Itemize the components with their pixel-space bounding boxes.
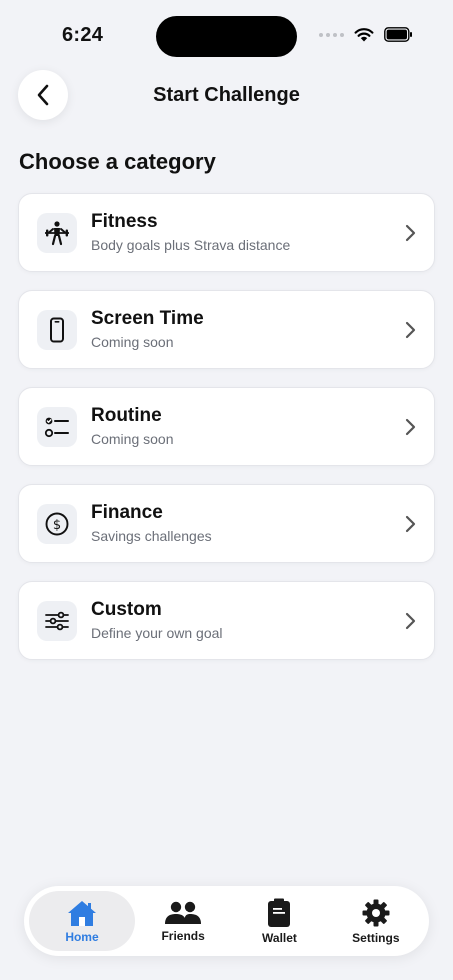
category-icon-box bbox=[37, 406, 77, 447]
dollar-icon: $ bbox=[45, 512, 69, 535]
tab-label: Wallet bbox=[262, 930, 297, 945]
chevron-right-icon bbox=[405, 515, 416, 532]
category-card-custom[interactable]: Custom Define your own goal bbox=[18, 581, 435, 660]
category-subtitle: Savings challenges bbox=[91, 528, 212, 544]
category-card-finance[interactable]: $ Finance Savings challenges bbox=[18, 484, 435, 563]
category-title: Custom bbox=[91, 599, 162, 620]
dynamic-island bbox=[156, 16, 297, 57]
category-card-screen-time[interactable]: Screen Time Coming soon bbox=[18, 290, 435, 369]
tab-home[interactable]: Home bbox=[29, 891, 135, 951]
category-subtitle: Coming soon bbox=[91, 431, 174, 447]
chevron-right-icon bbox=[405, 418, 416, 435]
category-subtitle: Define your own goal bbox=[91, 625, 223, 641]
gear-icon bbox=[362, 899, 390, 926]
tab-wallet[interactable]: Wallet bbox=[231, 891, 327, 951]
weightlifter-icon bbox=[45, 220, 69, 245]
tab-friends[interactable]: Friends bbox=[135, 891, 231, 951]
category-icon-box bbox=[37, 309, 77, 350]
sliders-icon bbox=[45, 611, 69, 630]
wallet-icon bbox=[268, 898, 291, 927]
category-title: Fitness bbox=[91, 211, 158, 232]
wifi-icon bbox=[354, 28, 374, 42]
home-icon bbox=[67, 900, 96, 926]
checklist-icon bbox=[44, 417, 69, 437]
page-title: Start Challenge bbox=[153, 84, 300, 106]
category-title: Finance bbox=[91, 502, 163, 523]
svg-text:$: $ bbox=[53, 518, 61, 533]
tab-label: Friends bbox=[161, 928, 205, 943]
tab-bar: Home Friends Wallet Settings bbox=[24, 886, 429, 956]
category-subtitle: Coming soon bbox=[91, 334, 174, 350]
screen: 6:24 Start Challenge Choose a category F… bbox=[0, 0, 453, 980]
section-title: Choose a category bbox=[19, 149, 216, 174]
category-icon-box: $ bbox=[37, 503, 77, 544]
tab-label: Home bbox=[65, 929, 99, 944]
category-icon-box bbox=[37, 212, 77, 253]
battery-icon bbox=[384, 27, 412, 42]
status-icons bbox=[319, 27, 413, 42]
signal-dots-icon bbox=[319, 32, 344, 37]
category-list: Fitness Body goals plus Strava distance … bbox=[18, 193, 435, 678]
phone-icon bbox=[50, 317, 64, 342]
category-card-routine[interactable]: Routine Coming soon bbox=[18, 387, 435, 466]
chevron-right-icon bbox=[405, 321, 416, 338]
chevron-right-icon bbox=[405, 612, 416, 629]
tab-settings[interactable]: Settings bbox=[328, 891, 424, 951]
status-time: 6:24 bbox=[62, 24, 104, 46]
tab-label: Settings bbox=[352, 930, 400, 945]
category-title: Routine bbox=[91, 405, 162, 426]
category-title: Screen Time bbox=[91, 308, 204, 329]
category-icon-box bbox=[37, 600, 77, 641]
chevron-right-icon bbox=[405, 224, 416, 241]
category-subtitle: Body goals plus Strava distance bbox=[91, 237, 291, 253]
category-card-fitness[interactable]: Fitness Body goals plus Strava distance bbox=[18, 193, 435, 272]
friends-icon bbox=[165, 901, 202, 924]
